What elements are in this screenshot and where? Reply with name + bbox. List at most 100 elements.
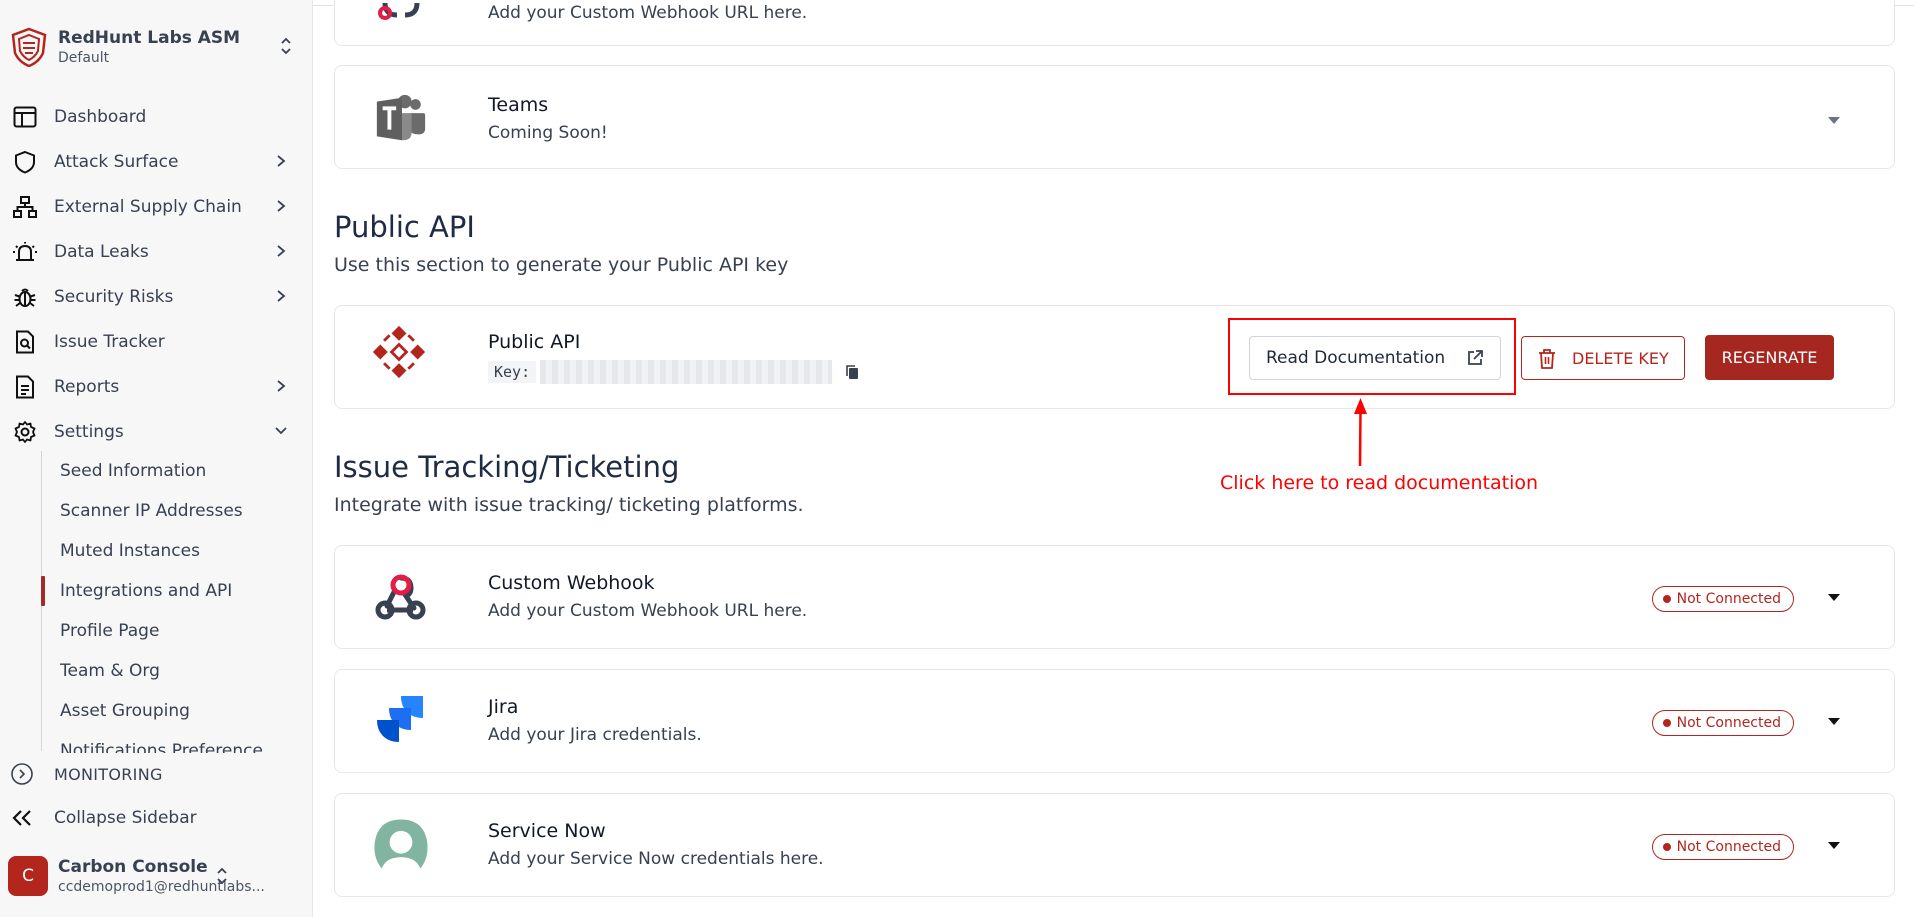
sidebar-item-dashboard[interactable]: Dashboard: [0, 94, 312, 139]
status-dot-icon: [1662, 719, 1671, 727]
sidebar-item-label: Attack Surface: [54, 151, 179, 172]
gear-icon: [12, 419, 38, 445]
jira-icon: [373, 692, 429, 748]
chevron-down-icon: [275, 427, 287, 435]
sidebar-item-settings[interactable]: Settings: [0, 409, 312, 454]
integration-card-jira[interactable]: Jira Add your Jira credentials. Not Conn…: [334, 669, 1895, 773]
section-title-public-api: Public API: [334, 210, 475, 244]
section-subtitle-issue-tracking: Integrate with issue tracking/ ticketing…: [334, 494, 804, 516]
integration-title: Teams: [488, 94, 549, 116]
integration-desc: Add your Service Now credentials here.: [488, 849, 824, 869]
sidebar-subitem-asset-grouping[interactable]: Asset Grouping: [0, 691, 312, 731]
copy-icon[interactable]: [844, 364, 860, 380]
section-title-issue-tracking: Issue Tracking/Ticketing: [334, 450, 680, 484]
sidebar-nav: Dashboard Attack Surface External Supply…: [0, 94, 312, 454]
webhook-icon: [373, 0, 429, 33]
chevron-updown-icon: [281, 37, 291, 55]
status-badge-label: Not Connected: [1676, 839, 1781, 855]
sidebar-item-label: Issue Tracker: [54, 331, 165, 352]
sidebar-item-label: Settings: [54, 421, 124, 442]
chevron-right-icon: [277, 245, 286, 257]
sidebar-subitem-seed-information[interactable]: Seed Information: [0, 451, 312, 491]
sidebar-item-security-risks[interactable]: Security Risks: [0, 274, 312, 319]
status-badge-label: Not Connected: [1676, 715, 1781, 731]
redhunt-logo-icon: [11, 27, 47, 67]
chevrons-left-icon: [12, 810, 31, 826]
chevron-circle-icon: [11, 763, 33, 785]
chevron-right-icon: [277, 380, 286, 392]
monitoring-toggle[interactable]: MONITORING: [10, 760, 163, 788]
sidebar-item-label: External Supply Chain: [54, 196, 242, 217]
sidebar-subitem-notifications-preference[interactable]: Notifications Preference: [0, 731, 312, 753]
status-badge: Not Connected: [1651, 834, 1794, 860]
status-badge-label: Not Connected: [1676, 591, 1781, 607]
external-link-icon: [1468, 350, 1483, 365]
org-workspace: Default: [58, 50, 110, 66]
sidebar-item-label: Security Risks: [54, 286, 174, 307]
caret-down-icon[interactable]: [1828, 594, 1840, 601]
integration-card-service-now[interactable]: Service Now Add your Service Now credent…: [334, 793, 1895, 897]
sidebar-item-label: Dashboard: [54, 106, 147, 127]
integration-card-custom-webhook[interactable]: Custom Webhook Add your Custom Webhook U…: [334, 545, 1895, 649]
file-search-icon: [12, 329, 38, 355]
integration-desc: Add your Custom Webhook URL here.: [488, 3, 808, 23]
sidebar-subitem-profile-page[interactable]: Profile Page: [0, 611, 312, 651]
sidebar-item-external-supply-chain[interactable]: External Supply Chain: [0, 184, 312, 229]
webhook-icon: [373, 568, 429, 624]
integration-card-teams[interactable]: Teams Coming Soon!: [334, 65, 1895, 169]
network-icon: [12, 194, 38, 220]
sidebar-subitem-integrations-and-api[interactable]: Integrations and API: [0, 571, 312, 611]
teams-icon: [373, 90, 429, 146]
org-switcher[interactable]: RedHunt Labs ASM Default: [10, 22, 300, 72]
collapse-sidebar-button[interactable]: Collapse Sidebar: [10, 804, 197, 832]
sidebar-subitem-muted-instances[interactable]: Muted Instances: [0, 531, 312, 571]
api-key-row: Key:: [488, 360, 860, 384]
delete-key-button[interactable]: DELETE KEY: [1521, 336, 1685, 380]
chevron-right-icon: [277, 290, 286, 302]
public-api-logo-icon: [371, 324, 427, 380]
sidebar-item-issue-tracker[interactable]: Issue Tracker: [0, 319, 312, 364]
status-badge: Not Connected: [1651, 586, 1794, 612]
shield-icon: [12, 149, 38, 175]
sidebar: RedHunt Labs ASM Default Dashboard Attac…: [0, 0, 313, 917]
collapse-label: Collapse Sidebar: [54, 808, 197, 828]
sidebar-subitem-team-org[interactable]: Team & Org: [0, 651, 312, 691]
chevron-updown-icon: [217, 867, 227, 885]
sidebar-subitem-scanner-ip-addresses[interactable]: Scanner IP Addresses: [0, 491, 312, 531]
monitoring-label: MONITORING: [54, 764, 163, 784]
api-key-masked-value[interactable]: [540, 360, 833, 384]
org-name: RedHunt Labs ASM: [58, 28, 241, 48]
integration-title: Custom Webhook: [488, 572, 655, 594]
annotation-arrow-icon: [1354, 398, 1367, 467]
integration-title: Jira: [488, 696, 519, 718]
caret-down-icon[interactable]: [1828, 117, 1840, 124]
bug-icon: [12, 284, 38, 310]
caret-down-icon[interactable]: [1828, 718, 1840, 725]
status-badge: Not Connected: [1651, 710, 1794, 736]
document-icon: [12, 374, 38, 400]
api-key-label: Key:: [488, 361, 537, 383]
status-dot-icon: [1662, 843, 1671, 851]
regenerate-button[interactable]: REGENRATE: [1705, 335, 1834, 380]
section-subtitle-public-api: Use this section to generate your Public…: [334, 254, 789, 276]
status-dot-icon: [1662, 595, 1671, 603]
sidebar-item-reports[interactable]: Reports: [0, 364, 312, 409]
caret-down-icon[interactable]: [1828, 842, 1840, 849]
read-documentation-label: Read Documentation: [1266, 348, 1446, 368]
trash-icon: [1539, 349, 1555, 369]
chevron-right-icon: [277, 200, 286, 212]
integration-desc: Add your Custom Webhook URL here.: [488, 601, 808, 621]
sidebar-item-label: Data Leaks: [54, 241, 149, 262]
settings-submenu: Seed Information Scanner IP Addresses Mu…: [0, 451, 312, 753]
annotation-text: Click here to read documentation: [1220, 472, 1539, 494]
servicenow-icon: [373, 816, 429, 872]
integration-desc: Add your Jira credentials.: [488, 725, 702, 745]
sidebar-item-attack-surface[interactable]: Attack Surface: [0, 139, 312, 184]
user-menu[interactable]: C Carbon Console ccdemoprod1@redhuntlabs…: [8, 850, 304, 902]
read-documentation-button[interactable]: Read Documentation: [1249, 336, 1501, 380]
integration-card-webhook-top: Add your Custom Webhook URL here.: [334, 0, 1895, 46]
sidebar-item-data-leaks[interactable]: Data Leaks: [0, 229, 312, 274]
public-api-title: Public API: [488, 331, 581, 353]
sidebar-item-label: Reports: [54, 376, 120, 397]
integration-title: Service Now: [488, 820, 606, 842]
